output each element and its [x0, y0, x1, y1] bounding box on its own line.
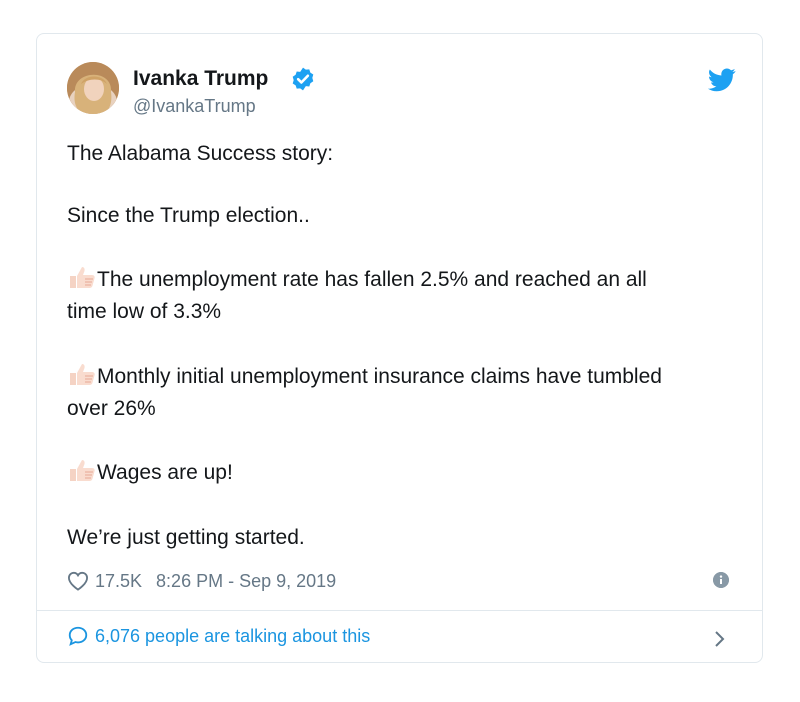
avatar[interactable] [67, 62, 119, 114]
tweet-text-line-1: The Alabama Success story: [67, 142, 334, 165]
tweet-text-line-2: Since the Trump election.. [67, 204, 310, 227]
author-name[interactable]: Ivanka Trump [133, 67, 268, 91]
tweet-text-line-4: time low of 3.3% [67, 300, 222, 323]
conversation-link[interactable]: 6,076 people are talking about this [67, 625, 370, 647]
verified-badge-icon [292, 67, 314, 91]
tweet-bullet-2: Monthly initial unemployment insurance c… [67, 361, 662, 392]
divider [37, 610, 762, 611]
tweet-timestamp[interactable]: 8:26 PM - Sep 9, 2019 [156, 571, 336, 592]
tweet-text-line-3: The unemployment rate has fallen 2.5% an… [97, 268, 647, 291]
chevron-right-icon[interactable] [713, 628, 727, 650]
author-handle[interactable]: @IvankaTrump [133, 96, 256, 117]
comment-bubble-icon [68, 626, 88, 646]
tweet-bullet-3: Wages are up! [67, 457, 233, 488]
twitter-bird-icon[interactable] [708, 68, 736, 92]
tweet-text-line-6: over 26% [67, 397, 156, 420]
info-icon[interactable] [713, 572, 729, 588]
tweet-meta: 17.5K 8:26 PM - Sep 9, 2019 [67, 568, 336, 594]
tweet-card: Ivanka Trump @IvankaTrump The Alabama Su… [36, 33, 763, 663]
tweet-text-line-8: We’re just getting started. [67, 526, 305, 549]
thumbs-up-icon [70, 460, 95, 481]
like-count[interactable]: 17.5K [95, 571, 142, 592]
heart-icon[interactable] [67, 571, 89, 591]
tweet-bullet-1: The unemployment rate has fallen 2.5% an… [67, 264, 647, 295]
tweet-text-line-5: Monthly initial unemployment insurance c… [97, 365, 662, 388]
thumbs-up-icon [70, 267, 95, 288]
thumbs-up-icon [70, 364, 95, 385]
tweet-text-line-7: Wages are up! [97, 461, 233, 484]
talking-count-label[interactable]: 6,076 people are talking about this [95, 626, 370, 647]
